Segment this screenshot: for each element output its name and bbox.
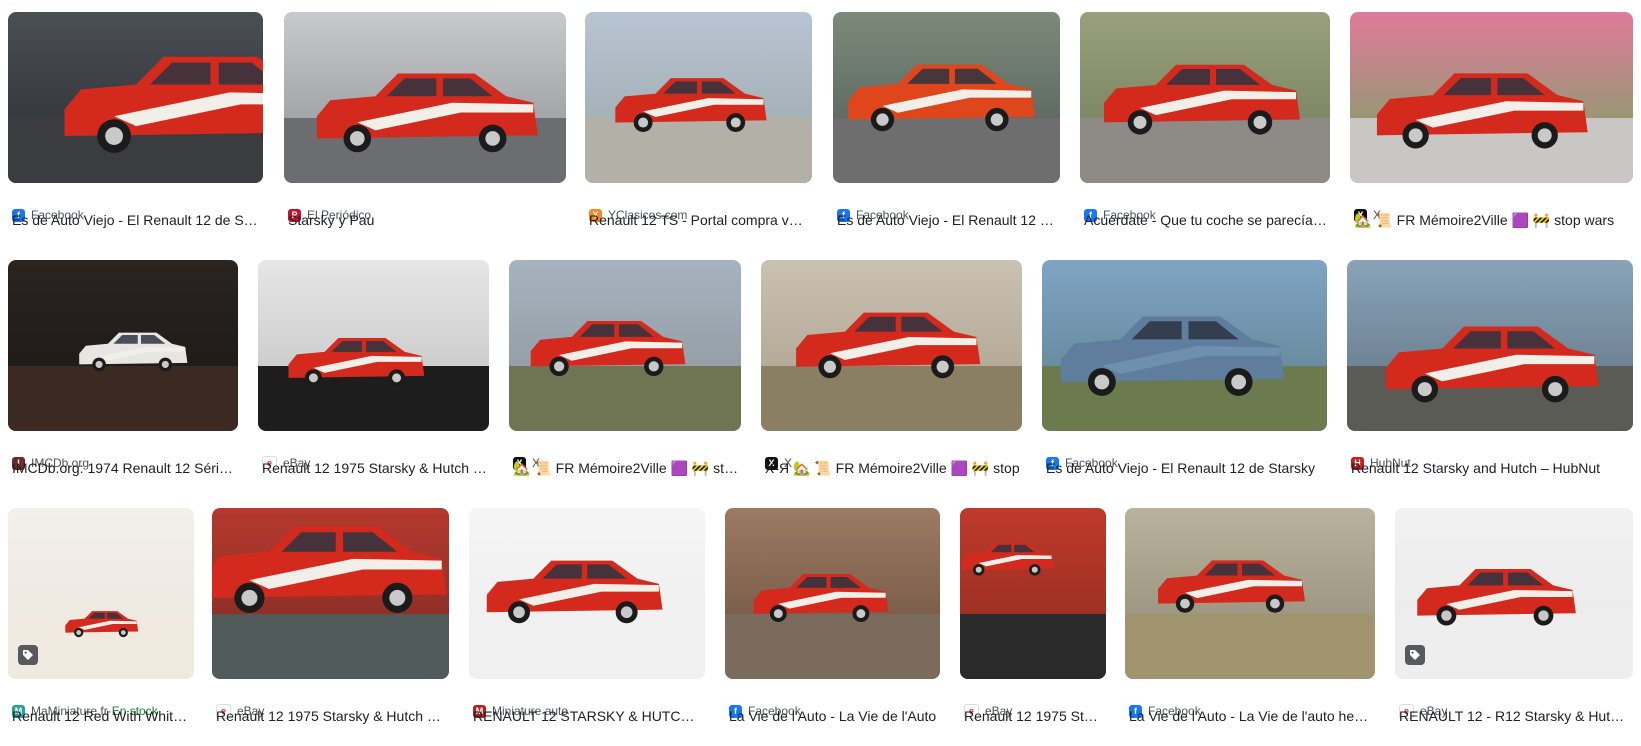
result-thumbnail[interactable] — [1125, 508, 1375, 679]
result-title[interactable]: Renault 12 1975 Starsky & Hutch Norev — [216, 706, 447, 726]
image-results-grid: f Facebook Es de Auto Viejo - El Renault 1… — [0, 0, 1641, 746]
image-result-card[interactable]: M Miniature auto RENAULT 12 STARSKY & HUTC… — [469, 0, 705, 746]
image-result-card[interactable]: eeBayRENAULT 12 - R12 Starsky & Hutch No… — [1395, 0, 1633, 746]
result-title[interactable]: La Vie de l'Auto - La Vie de l'auto hebd… — [1129, 706, 1373, 726]
result-title[interactable]: RENAULT 12 - R12 Starsky & Hutch Norev — [1399, 706, 1631, 726]
image-result-card[interactable]: f Facebook La Vie de l'Auto - La Vie de l'… — [1125, 0, 1375, 746]
image-result-card[interactable]: M MaMiniature.fr · En stock Renault 12 Red… — [8, 0, 194, 746]
image-result-card[interactable]: e eBay Renault 12 1975 Starsky — [960, 0, 1106, 746]
result-thumbnail[interactable] — [725, 508, 940, 679]
result-title[interactable]: La Vie de l'Auto - La Vie de l'Auto — [729, 706, 938, 726]
image-result-card[interactable]: e eBay Renault 12 1975 Starsky & Hutch Nor… — [212, 0, 449, 746]
result-thumbnail[interactable] — [212, 508, 449, 679]
image-result-card[interactable]: f Facebook La Vie de l'Auto - La Vie de l'… — [725, 0, 940, 746]
result-title[interactable]: RENAULT 12 STARSKY & HUTCH NOREV — [473, 706, 703, 726]
result-thumbnail[interactable] — [960, 508, 1106, 679]
result-title[interactable]: Renault 12 Red With White Stripe — [12, 706, 192, 726]
result-thumbnail[interactable] — [1395, 508, 1633, 679]
tag-icon — [1405, 645, 1425, 665]
result-title[interactable]: Renault 12 1975 Starsky — [964, 706, 1104, 726]
tag-icon — [18, 645, 38, 665]
result-thumbnail[interactable] — [469, 508, 705, 679]
